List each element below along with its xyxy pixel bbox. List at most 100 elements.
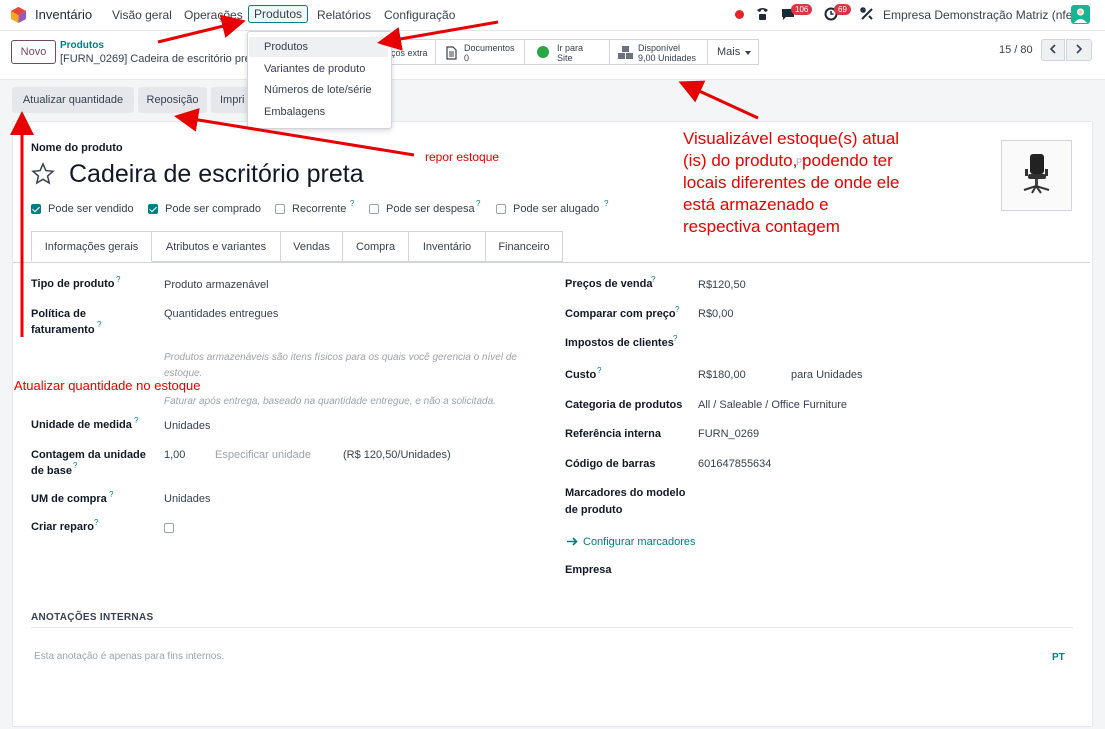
create-repair-label: Criar reparo (31, 521, 94, 533)
recurring-checkbox[interactable] (275, 204, 285, 214)
base-unit-field[interactable]: Especificar unidade (215, 447, 311, 463)
dropdown-item-produtos[interactable]: Produtos (249, 37, 388, 57)
can-be-purchased-checkbox[interactable] (148, 204, 158, 214)
tab-informacoes-gerais[interactable]: Informações gerais (31, 231, 152, 262)
product-category-label: Categoria de produtos (565, 399, 683, 411)
help-icon[interactable]: ? (350, 199, 354, 208)
help-icon[interactable]: ? (675, 305, 679, 314)
app-logo-icon[interactable] (11, 7, 26, 26)
compare-price-field[interactable]: R$0,00 (698, 306, 733, 322)
can-be-expensed-checkbox[interactable] (369, 204, 379, 214)
base-unit-count-field[interactable]: 1,00 (164, 447, 185, 463)
chevron-right-icon (1075, 43, 1083, 57)
tabs-divider (13, 262, 1090, 263)
product-name-field[interactable]: Cadeira de escritório preta (69, 160, 364, 189)
uom-label: Unidade de medida (31, 419, 132, 431)
favorite-star-icon[interactable] (31, 162, 55, 189)
product-image[interactable] (1001, 140, 1072, 211)
help-icon[interactable]: ? (476, 199, 480, 208)
product-type-select[interactable]: Produto armazenável (164, 277, 269, 293)
menu-visao-geral[interactable]: Visão geral (112, 8, 172, 22)
available-stock-button[interactable]: Disponível 9,00 Unidades (609, 39, 708, 65)
more-button[interactable]: Mais (707, 39, 759, 65)
annotation-line-4: está armazenado e (683, 195, 829, 214)
new-button[interactable]: Novo (11, 40, 56, 64)
can-be-expensed-label: Pode ser despesa (386, 203, 475, 215)
menu-operacoes[interactable]: Operações (184, 8, 243, 22)
products-dropdown-menu: Produtos Variantes de produto Números de… (247, 31, 392, 129)
tools-icon[interactable] (860, 7, 874, 24)
menu-relatorios[interactable]: Relatórios (317, 8, 371, 22)
can-be-rented-checkbox[interactable] (496, 204, 506, 214)
invoicing-policy-label-1: Política de (31, 308, 87, 320)
cost-field[interactable]: R$180,00 (698, 367, 746, 383)
sales-price-field[interactable]: R$120,50 (698, 277, 746, 293)
product-template-tags-label-1: Marcadores do modelo (565, 487, 686, 499)
internal-reference-field[interactable]: FURN_0269 (698, 426, 759, 442)
office-chair-icon (1023, 154, 1050, 194)
cost-label: Custo (565, 369, 597, 381)
help-icon[interactable]: ? (604, 199, 608, 208)
messages-count-badge: 106 (791, 4, 813, 15)
invoicing-policy-label-2: faturamento (31, 324, 95, 336)
barcode-label: Código de barras (565, 458, 656, 470)
barcode-field[interactable]: 601647855634 (698, 456, 771, 472)
document-icon (446, 46, 457, 62)
chevron-left-icon (1049, 43, 1057, 57)
status-dot-icon[interactable] (735, 10, 744, 19)
notes-lang-button[interactable]: PT (1052, 652, 1065, 663)
pager-previous-button[interactable] (1041, 39, 1065, 61)
annotation-repor-estoque: repor estoque (425, 150, 500, 164)
pager-value[interactable]: 15 / 80 (999, 44, 1033, 56)
dropdown-item-lotes-series[interactable]: Números de lote/série (249, 80, 388, 100)
create-repair-checkbox[interactable] (164, 523, 174, 533)
extra-prices-button[interactable]: ços extra (390, 39, 436, 65)
dropdown-item-embalagens[interactable]: Embalagens (249, 102, 388, 122)
phone-icon[interactable] (755, 6, 770, 24)
product-category-field[interactable]: All / Saleable / Office Furniture (698, 397, 847, 413)
help-icon[interactable]: ? (94, 518, 98, 527)
tab-compra[interactable]: Compra (342, 231, 409, 262)
update-quantity-button[interactable]: Atualizar quantidade (12, 87, 134, 113)
go-to-site-button[interactable]: Ir para Site (524, 39, 610, 65)
base-unit-count-label-2: de base (31, 465, 72, 477)
breadcrumb-current: [FURN_0269] Cadeira de escritório pre (60, 53, 251, 65)
can-be-sold-checkbox[interactable] (31, 204, 41, 214)
user-avatar[interactable] (1071, 5, 1090, 24)
menu-configuracao[interactable]: Configuração (384, 8, 455, 22)
print-labels-button[interactable]: Impri (211, 87, 251, 113)
tab-inventario[interactable]: Inventário (408, 231, 486, 262)
tab-vendas[interactable]: Vendas (280, 231, 343, 262)
internal-notes-title: ANOTAÇÕES INTERNAS (31, 612, 154, 623)
help-icon[interactable]: ? (116, 275, 120, 284)
invoicing-policy-select[interactable]: Quantidades entregues (164, 306, 278, 322)
help-icon[interactable]: ? (651, 275, 655, 284)
help-icon[interactable]: ? (109, 490, 113, 499)
compare-price-label: Comparar com preço (565, 308, 676, 320)
app-name[interactable]: Inventário (35, 7, 92, 22)
dropdown-item-variantes[interactable]: Variantes de produto (249, 59, 388, 79)
help-icon[interactable]: ? (97, 320, 101, 329)
tab-financeiro[interactable]: Financeiro (485, 231, 563, 262)
product-type-hint-1: Produtos armazenáveis são itens físicos … (164, 352, 517, 363)
tab-atributos-variantes[interactable]: Atributos e variantes (151, 231, 281, 262)
can-be-rented-label: Pode ser alugado (513, 203, 600, 215)
menu-produtos[interactable]: Produtos (248, 5, 309, 23)
replenish-button[interactable]: Reposição (138, 87, 207, 113)
configure-tags-link[interactable]: Configurar marcadores (583, 534, 696, 550)
help-icon[interactable]: ? (673, 334, 677, 343)
annotation-line-5: respectiva contagem (683, 217, 840, 236)
help-icon[interactable]: ? (597, 366, 601, 375)
annotation-line-1: Visualizável estoque(s) atual (683, 129, 900, 148)
uom-field[interactable]: Unidades (164, 418, 210, 434)
can-be-purchased-label: Pode ser comprado (165, 203, 261, 215)
purchase-uom-field[interactable]: Unidades (164, 491, 210, 507)
help-icon[interactable]: ? (73, 461, 77, 470)
company-switcher[interactable]: Empresa Demonstração Matriz (nfe) (883, 8, 1076, 22)
documents-button[interactable]: Documentos 0 (435, 39, 525, 65)
breadcrumb-parent[interactable]: Produtos (60, 40, 104, 51)
arrow-right-icon (567, 537, 578, 549)
internal-notes-field[interactable]: Esta anotação é apenas para fins interno… (34, 651, 224, 662)
pager-next-button[interactable] (1066, 39, 1092, 61)
help-icon[interactable]: ? (134, 416, 138, 425)
